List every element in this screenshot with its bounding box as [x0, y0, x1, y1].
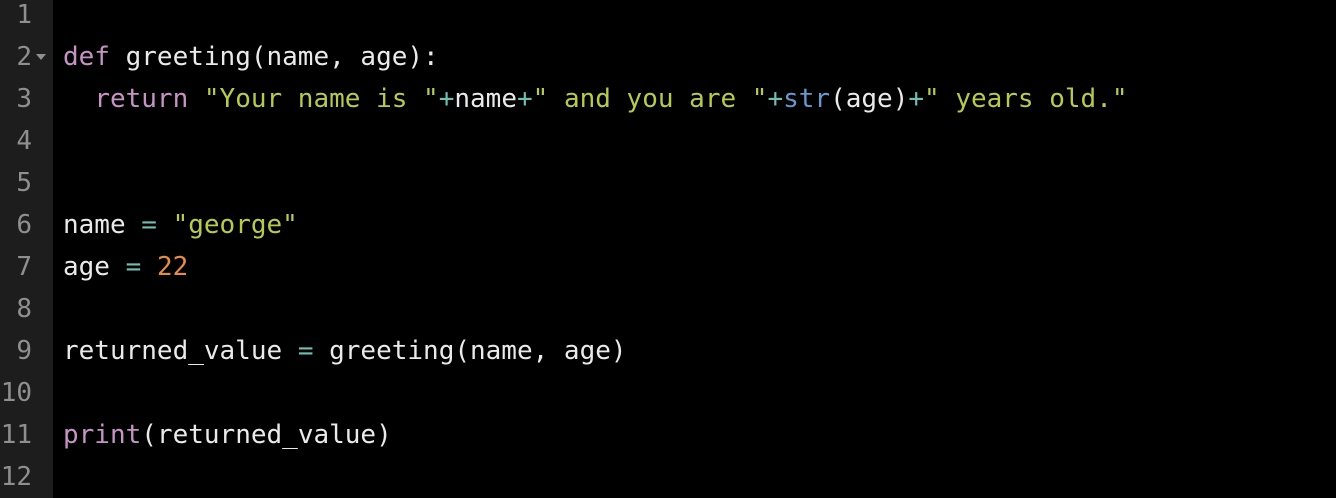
code-token: greeting(name, age):	[109, 42, 439, 72]
line-number: 3	[16, 84, 32, 114]
line-number-gutter: 1 2 3 4 5 6 7 8 9 10 11 12	[0, 0, 53, 498]
code-token: " years old."	[924, 84, 1128, 114]
code-line[interactable]: age = 22	[63, 246, 188, 288]
line-number: 11	[0, 420, 32, 450]
code-token: print	[63, 420, 142, 450]
code-token: returned_value	[63, 336, 298, 366]
code-token: +	[438, 84, 455, 114]
code-token: (age)	[830, 84, 909, 114]
line-number: 1	[16, 0, 32, 30]
line-number: 9	[16, 336, 32, 366]
code-editor[interactable]: 1 2 3 4 5 6 7 8 9 10 11 12 def greeting(name, age):…	[0, 0, 1336, 498]
code-token: =	[125, 252, 142, 282]
code-token: str	[783, 84, 831, 114]
code-token: greeting(name, age)	[313, 336, 627, 366]
code-token: (returned_value)	[141, 420, 392, 450]
code-token: age	[63, 252, 126, 282]
line-number: 12	[0, 462, 32, 492]
code-token: name	[454, 84, 517, 114]
code-token: name	[63, 210, 142, 240]
code-token: 22	[156, 252, 189, 282]
code-line[interactable]: def greeting(name, age):	[63, 36, 439, 78]
line-number: 7	[16, 252, 32, 282]
code-token: def	[63, 42, 110, 72]
line-number: 8	[16, 294, 32, 324]
code-token: "george"	[172, 210, 298, 240]
line-number: 4	[16, 126, 32, 156]
code-token: "Your name is "	[203, 84, 439, 114]
code-token: return	[94, 84, 189, 114]
code-token: +	[516, 84, 533, 114]
fold-arrow-icon[interactable]	[35, 36, 47, 78]
line-number: 10	[0, 378, 32, 408]
code-token: =	[297, 336, 314, 366]
code-token: =	[141, 210, 157, 240]
code-line[interactable]: return "Your name is "+name+" and you ar…	[63, 78, 1128, 120]
code-token: +	[767, 84, 784, 114]
code-line[interactable]: print(returned_value)	[63, 414, 392, 456]
code-area[interactable]: def greeting(name, age): return "Your na…	[53, 0, 1336, 498]
code-line[interactable]: name = "george"	[63, 204, 298, 246]
line-number: 6	[16, 210, 32, 240]
code-token: " and you are "	[532, 84, 768, 114]
code-token: +	[908, 84, 925, 114]
code-line[interactable]: returned_value = greeting(name, age)	[63, 330, 627, 372]
line-number: 2	[16, 42, 32, 72]
line-number: 5	[16, 168, 32, 198]
